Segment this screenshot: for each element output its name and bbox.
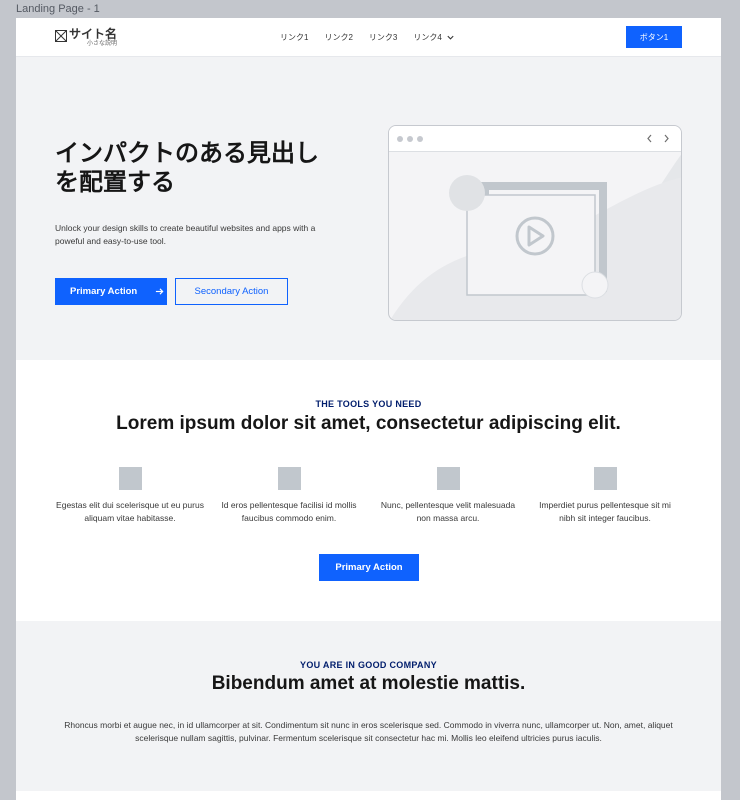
chevron-right-icon	[664, 134, 669, 143]
feature-text: Nunc, pellentesque velit malesuada non m…	[380, 500, 516, 523]
nav-link-4-dropdown[interactable]: リンク4	[413, 32, 454, 43]
tools-section: THE TOOLS YOU NEED Lorem ipsum dolor sit…	[16, 360, 721, 621]
tools-heading: Lorem ipsum dolor sit amet, consectetur …	[116, 413, 621, 434]
feature-item-2: Id eros pellentesque facilisi id mollis …	[214, 467, 364, 524]
hero-section: インパクトのある見出し を配置する Unlock your design ski…	[16, 57, 721, 360]
feature-text: Id eros pellentesque facilisi id mollis …	[221, 500, 357, 523]
feature-item-4: Imperdiet purus pellentesque sit mi nibh…	[530, 467, 680, 524]
nav-link-3[interactable]: リンク3	[369, 32, 397, 43]
company-heading: Bibendum amet at molestie mattis.	[211, 673, 526, 694]
hero-secondary-button[interactable]: Secondary Action	[175, 278, 288, 305]
brand-logo[interactable]: サイト名 小さな説明	[55, 28, 117, 47]
feature-text: Imperdiet purus pellentesque sit mi nibh…	[539, 500, 671, 523]
company-section: YOU ARE IN GOOD COMPANY Bibendum amet at…	[16, 621, 721, 791]
hero-primary-button[interactable]: Primary Action	[55, 278, 167, 305]
window-dot	[417, 136, 423, 142]
nav-button[interactable]: ボタン1	[626, 26, 682, 48]
arrow-right-icon	[156, 288, 164, 295]
window-dot	[397, 136, 403, 142]
navbar: サイト名 小さな説明 リンク1 リンク2 リンク3 リンク4 ボタン1	[16, 18, 721, 57]
frame-label: Landing Page - 1	[16, 3, 100, 15]
hero-title-line-1: インパクトのある見出し	[55, 140, 319, 167]
feature-placeholder-icon	[593, 467, 617, 490]
feature-placeholder-icon	[436, 467, 460, 490]
window-dot	[407, 136, 413, 142]
site-tagline: 小さな説明	[87, 40, 118, 47]
tools-eyebrow: THE TOOLS YOU NEED	[315, 399, 422, 409]
feature-placeholder-icon	[277, 467, 301, 490]
feature-text: Egestas elit dui scelerisque ut eu purus…	[56, 500, 204, 523]
browser-mockup-toolbar	[389, 126, 681, 152]
hero-title-line-2: を配置する	[55, 169, 175, 196]
image-placeholder-icon	[55, 29, 67, 42]
nav-link-1[interactable]: リンク1	[280, 32, 308, 43]
chevron-left-icon	[647, 134, 652, 143]
hero-primary-label: Primary Action	[70, 286, 138, 297]
video-illustration	[390, 154, 681, 320]
hero-title: インパクトのある見出し を配置する	[55, 139, 365, 197]
chevron-down-icon	[447, 35, 454, 40]
nav-link-2[interactable]: リンク2	[324, 32, 352, 43]
nav-link-4-label: リンク4	[413, 33, 442, 42]
next-section-edge	[16, 791, 721, 800]
feature-placeholder-icon	[118, 467, 142, 490]
site-name: サイト名	[69, 26, 118, 41]
tools-primary-button[interactable]: Primary Action	[319, 554, 419, 581]
browser-mockup-illustration	[388, 125, 682, 321]
company-body-text: Rhoncus morbi et augue nec, in id ullamc…	[64, 720, 673, 743]
hero-description: Unlock your design skills to create beau…	[55, 223, 316, 246]
nav-links: リンク1 リンク2 リンク3 リンク4	[280, 18, 455, 57]
company-eyebrow: YOU ARE IN GOOD COMPANY	[300, 660, 437, 670]
feature-item-1: Egestas elit dui scelerisque ut eu purus…	[55, 467, 205, 524]
feature-item-3: Nunc, pellentesque velit malesuada non m…	[373, 467, 523, 524]
landing-page-frame: サイト名 小さな説明 リンク1 リンク2 リンク3 リンク4 ボタン1 インパク…	[16, 18, 721, 800]
